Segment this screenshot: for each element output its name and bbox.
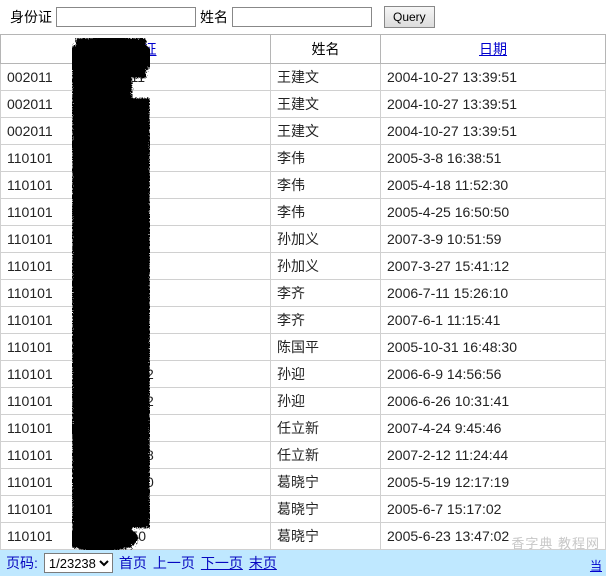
cell-id: 110101 050 (1, 523, 271, 550)
table-row: 110101 016李伟2005-4-18 11:52:30 (1, 172, 606, 199)
cell-id: 110101 016 (1, 172, 271, 199)
table-row: 110101 2018任立新2007-2-12 11:24:44 (1, 442, 606, 469)
cell-date: 2007-3-9 10:51:59 (381, 226, 606, 253)
cell-date: 2005-6-23 13:47:02 (381, 523, 606, 550)
cell-id: 110101 051 (1, 280, 271, 307)
table-row: 110101 051李齐2007-6-1 11:15:41 (1, 307, 606, 334)
cell-date: 2006-6-9 14:56:56 (381, 361, 606, 388)
cell-id: 110101 2018 (1, 442, 271, 469)
cell-date: 2007-3-27 15:41:12 (381, 253, 606, 280)
col-header-id[interactable]: 身份证 (1, 35, 271, 64)
cell-name: 葛晓宁 (271, 523, 381, 550)
cell-id: 110101 016 (1, 199, 271, 226)
cell-date: 2005-4-18 11:52:30 (381, 172, 606, 199)
search-bar: 身份证 姓名 Query (0, 0, 606, 34)
cell-id: 110101 018 (1, 415, 271, 442)
cell-date: 2005-4-25 16:50:50 (381, 199, 606, 226)
cell-name: 王建文 (271, 91, 381, 118)
cell-date: 2006-6-26 10:31:41 (381, 388, 606, 415)
table-row: 110101 0072孙迎2006-6-26 10:31:41 (1, 388, 606, 415)
cell-name: 李伟 (271, 172, 381, 199)
cell-name: 任立新 (271, 442, 381, 469)
table-row: 110101 018任立新2007-4-24 9:45:46 (1, 415, 606, 442)
cell-name: 李伟 (271, 199, 381, 226)
cell-date: 2005-5-19 12:17:19 (381, 469, 606, 496)
cell-name: 王建文 (271, 64, 381, 91)
cell-id: 110101 019 (1, 226, 271, 253)
cell-name: 任立新 (271, 415, 381, 442)
col-header-date[interactable]: 日期 (381, 35, 606, 64)
cell-id: 002011 11 (1, 118, 271, 145)
cell-name: 李伟 (271, 145, 381, 172)
cell-name: 孙迎 (271, 361, 381, 388)
results-table: 身份证 姓名 日期 002011 011王建文2004-10-27 13:39:… (0, 34, 606, 550)
table-row: 110101 051李齐2006-7-11 15:26:10 (1, 280, 606, 307)
cell-name: 孙加义 (271, 253, 381, 280)
cell-date: 2005-10-31 16:48:30 (381, 334, 606, 361)
cell-name: 陈国平 (271, 334, 381, 361)
pager-next[interactable]: 下一页 (201, 553, 243, 573)
pager-first[interactable]: 首页 (119, 553, 147, 573)
cell-date: 2007-6-1 11:15:41 (381, 307, 606, 334)
table-row: 110101 016李伟2005-4-25 16:50:50 (1, 199, 606, 226)
pager-bar: 页码: 1/23238 首页 上一页 下一页 末页 (0, 550, 606, 576)
cell-date: 2004-10-27 13:39:51 (381, 91, 606, 118)
table-header-row: 身份证 姓名 日期 (1, 35, 606, 64)
pager-prev[interactable]: 上一页 (153, 553, 195, 573)
cell-id: 110101 7050 (1, 469, 271, 496)
cell-id: 110101 016 (1, 145, 271, 172)
cell-name: 孙加义 (271, 226, 381, 253)
cell-name: 葛晓宁 (271, 496, 381, 523)
cell-date: 2004-10-27 13:39:51 (381, 64, 606, 91)
table-row: 110101 050葛晓宁2005-6-7 15:17:02 (1, 496, 606, 523)
page-select[interactable]: 1/23238 (44, 553, 113, 573)
cell-id: 002011 011 (1, 91, 271, 118)
cell-date: 2007-2-12 11:24:44 (381, 442, 606, 469)
table-row: 110101 050葛晓宁2005-6-23 13:47:02 (1, 523, 606, 550)
sort-date-link[interactable]: 日期 (479, 41, 507, 57)
cell-name: 李齐 (271, 280, 381, 307)
table-row: 110101 016李伟2005-3-8 16:38:51 (1, 145, 606, 172)
col-header-name: 姓名 (271, 35, 381, 64)
query-button[interactable]: Query (384, 6, 435, 28)
cell-date: 2005-3-8 16:38:51 (381, 145, 606, 172)
pager-last[interactable]: 末页 (249, 553, 277, 573)
table-row: 002011 11王建文2004-10-27 13:39:51 (1, 118, 606, 145)
id-input[interactable] (56, 7, 196, 27)
cell-date: 2004-10-27 13:39:51 (381, 118, 606, 145)
name-input[interactable] (232, 7, 372, 27)
footer-link[interactable]: 当 (590, 557, 602, 574)
cell-id: 110101 0072 (1, 388, 271, 415)
cell-date: 2006-7-11 15:26:10 (381, 280, 606, 307)
pager-label: 页码: (6, 553, 38, 573)
cell-name: 李齐 (271, 307, 381, 334)
sort-id-link[interactable]: 身份证 (115, 41, 157, 57)
cell-id: 110101 0072 (1, 361, 271, 388)
cell-id: 110101 050 (1, 496, 271, 523)
table-row: 110101 019孙加义2007-3-27 15:41:12 (1, 253, 606, 280)
cell-id: 110101 019 (1, 253, 271, 280)
cell-id: 110101 518 (1, 334, 271, 361)
cell-name: 孙迎 (271, 388, 381, 415)
name-label: 姓名 (200, 7, 228, 27)
id-label: 身份证 (10, 7, 52, 27)
cell-date: 2007-4-24 9:45:46 (381, 415, 606, 442)
table-body: 002011 011王建文2004-10-27 13:39:51002011 0… (1, 64, 606, 550)
table-row: 110101 019孙加义2007-3-9 10:51:59 (1, 226, 606, 253)
table-row: 002011 011王建文2004-10-27 13:39:51 (1, 91, 606, 118)
table-row: 110101 0072孙迎2006-6-9 14:56:56 (1, 361, 606, 388)
cell-id: 110101 051 (1, 307, 271, 334)
cell-date: 2005-6-7 15:17:02 (381, 496, 606, 523)
cell-name: 王建文 (271, 118, 381, 145)
table-row: 110101 518陈国平2005-10-31 16:48:30 (1, 334, 606, 361)
cell-id: 002011 011 (1, 64, 271, 91)
cell-name: 葛晓宁 (271, 469, 381, 496)
table-row: 110101 7050葛晓宁2005-5-19 12:17:19 (1, 469, 606, 496)
table-row: 002011 011王建文2004-10-27 13:39:51 (1, 64, 606, 91)
